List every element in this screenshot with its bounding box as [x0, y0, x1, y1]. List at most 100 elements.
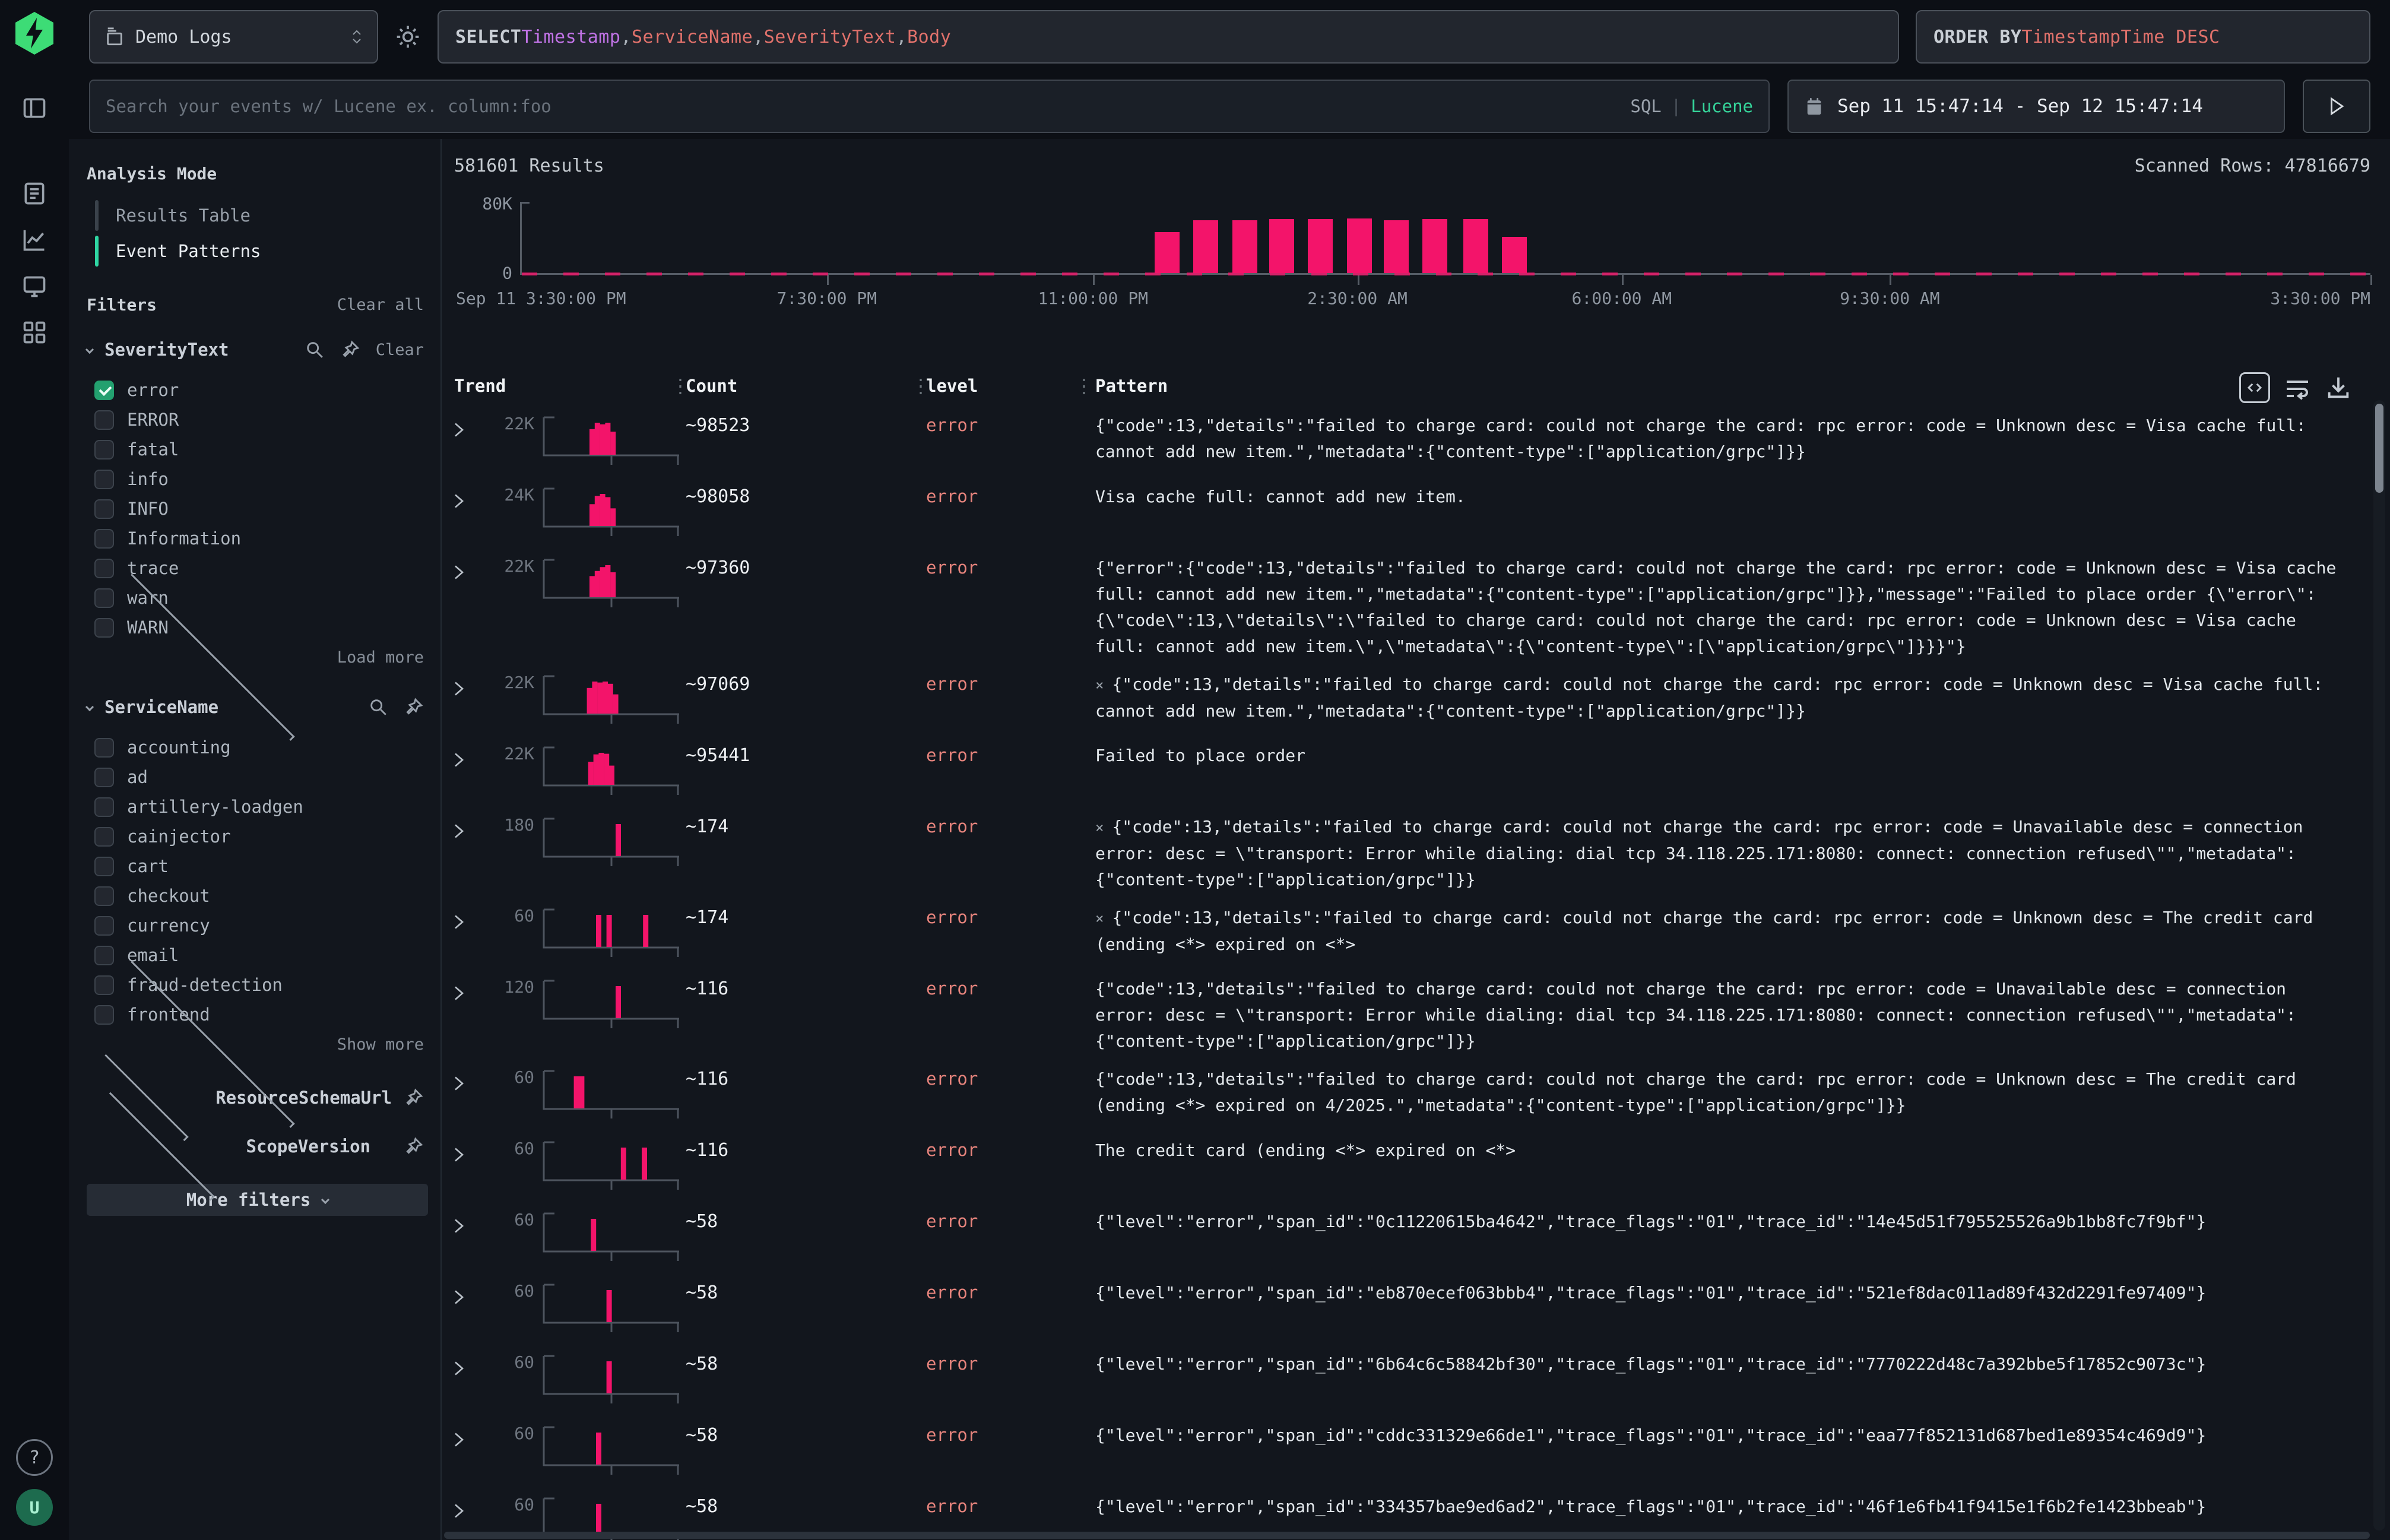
pattern-text[interactable]: ×{"code":13,"details":"failed to charge …	[1095, 671, 2354, 724]
checkbox-unchecked[interactable]	[94, 529, 114, 549]
column-header-count[interactable]: Count	[686, 376, 737, 396]
row-expand-chevron[interactable]	[442, 743, 475, 769]
pattern-text[interactable]: {"code":13,"details":"failed to charge c…	[1095, 413, 2354, 465]
select-query-input[interactable]: SELECT Timestamp, ServiceName, SeverityT…	[438, 10, 1899, 64]
filter-option[interactable]: Information	[87, 524, 424, 553]
search-input[interactable]	[106, 96, 1630, 116]
code-icon[interactable]	[2239, 372, 2270, 403]
services-grid-icon[interactable]	[15, 313, 53, 351]
filter-option[interactable]: WARN	[87, 613, 424, 642]
more-filters-button[interactable]: More filters	[87, 1184, 428, 1216]
checkbox-unchecked[interactable]	[94, 797, 114, 817]
wrap-text-icon[interactable]	[2283, 373, 2312, 402]
vertical-scrollbar[interactable]	[2373, 400, 2385, 1531]
histogram-bar[interactable]	[1422, 219, 1447, 273]
checkbox-unchecked[interactable]	[94, 916, 114, 936]
filter-option[interactable]: currency	[87, 911, 424, 940]
run-query-button[interactable]	[2303, 80, 2370, 133]
filter-option[interactable]: fatal	[87, 435, 424, 464]
checkbox-unchecked[interactable]	[94, 768, 114, 787]
pattern-row[interactable]: 120~116error{"code":13,"details":"failed…	[442, 969, 2390, 1059]
checkbox-unchecked[interactable]	[94, 440, 114, 460]
filter-option[interactable]: INFO	[87, 494, 424, 524]
search-icon[interactable]	[368, 697, 388, 717]
dismiss-x-icon[interactable]: ×	[1095, 910, 1104, 927]
pattern-row[interactable]: 24K~98058errorVisa cache full: cannot ad…	[442, 477, 2390, 548]
load-more-link[interactable]: Show more	[87, 1029, 424, 1059]
pattern-row[interactable]: 60~58error{"level":"error","span_id":"eb…	[442, 1273, 2390, 1344]
pattern-text[interactable]: {"level":"error","span_id":"334357bae9ed…	[1095, 1494, 2354, 1520]
pattern-text[interactable]: Visa cache full: cannot add new item.	[1095, 484, 2354, 510]
clear-filter-button[interactable]: Clear	[376, 341, 424, 359]
filter-option[interactable]: error	[87, 375, 424, 405]
query-language-toggle[interactable]: SQL | Lucene	[1630, 96, 1753, 116]
row-expand-chevron[interactable]	[442, 1280, 475, 1306]
checkbox-unchecked[interactable]	[94, 618, 114, 638]
checkbox-checked[interactable]	[94, 381, 114, 400]
app-logo-icon[interactable]	[14, 11, 55, 56]
pattern-text[interactable]: {"code":13,"details":"failed to charge c…	[1095, 976, 2354, 1054]
filter-option[interactable]: cainjector	[87, 822, 424, 851]
search-icon[interactable]	[305, 340, 325, 360]
histogram-bar[interactable]	[1232, 220, 1257, 273]
pattern-row[interactable]: 22K~97069error×{"code":13,"details":"fai…	[442, 664, 2390, 736]
dismiss-x-icon[interactable]: ×	[1095, 677, 1104, 693]
row-expand-chevron[interactable]	[442, 484, 475, 510]
pattern-text[interactable]: {"level":"error","span_id":"cddc331329e6…	[1095, 1422, 2354, 1449]
histogram-bar[interactable]	[1155, 232, 1180, 273]
filter-option[interactable]: checkout	[87, 881, 424, 911]
row-expand-chevron[interactable]	[442, 1209, 475, 1235]
filter-option[interactable]: cart	[87, 851, 424, 881]
pattern-text[interactable]: {"level":"error","span_id":"0c11220615ba…	[1095, 1209, 2354, 1235]
pattern-row[interactable]: 22K~98523error{"code":13,"details":"fail…	[442, 405, 2390, 477]
checkbox-unchecked[interactable]	[94, 559, 114, 578]
checkbox-unchecked[interactable]	[94, 975, 114, 995]
sql-mode-label[interactable]: SQL	[1630, 96, 1661, 116]
sidebar-toggle-icon[interactable]	[15, 89, 53, 127]
pattern-row[interactable]: 22K~95441errorFailed to place order	[442, 736, 2390, 807]
histogram-bar[interactable]	[1463, 219, 1488, 273]
checkbox-unchecked[interactable]	[94, 886, 114, 906]
pin-icon[interactable]	[404, 1136, 424, 1156]
chevron-down-icon[interactable]	[85, 346, 94, 354]
help-button[interactable]: ?	[16, 1439, 53, 1476]
filter-group-collapsed[interactable]: ScopeVersion	[87, 1136, 424, 1156]
line-chart-icon[interactable]	[15, 221, 53, 259]
pin-icon[interactable]	[404, 1088, 424, 1108]
column-header-trend[interactable]: Trend	[454, 376, 506, 396]
checkbox-unchecked[interactable]	[94, 946, 114, 965]
column-drag-handle[interactable]: ⋮	[1074, 375, 1091, 397]
clear-all-button[interactable]: Clear all	[337, 296, 424, 314]
pattern-row[interactable]: 60~116error{"code":13,"details":"failed …	[442, 1059, 2390, 1130]
pattern-text[interactable]: {"code":13,"details":"failed to charge c…	[1095, 1066, 2354, 1118]
lucene-mode-label[interactable]: Lucene	[1691, 96, 1753, 116]
pattern-text[interactable]: Failed to place order	[1095, 743, 2354, 769]
pattern-row[interactable]: 22K~97360error{"error":{"code":13,"detai…	[442, 548, 2390, 664]
row-expand-chevron[interactable]	[442, 671, 475, 698]
pattern-text[interactable]: {"level":"error","span_id":"eb870ecef063…	[1095, 1280, 2354, 1306]
checkbox-unchecked[interactable]	[94, 1005, 114, 1025]
row-expand-chevron[interactable]	[442, 1422, 475, 1449]
histogram-bar[interactable]	[1269, 219, 1294, 273]
histogram-bar[interactable]	[1384, 220, 1409, 273]
pattern-row[interactable]: 60~58error{"level":"error","span_id":"0c…	[442, 1202, 2390, 1273]
column-header-pattern[interactable]: Pattern	[1095, 376, 1168, 396]
histogram-plot[interactable]: 80K0Sep 11 3:30:00 PM7:30:00 PM11:00:00 …	[520, 204, 2370, 275]
pattern-row[interactable]: 60~58error{"level":"error","span_id":"cd…	[442, 1415, 2390, 1487]
row-expand-chevron[interactable]	[442, 555, 475, 581]
histogram-bar[interactable]	[1193, 220, 1218, 273]
pattern-text[interactable]: {"level":"error","span_id":"6b64c6c58842…	[1095, 1351, 2354, 1377]
pattern-row[interactable]: 180~174error×{"code":13,"details":"faile…	[442, 807, 2390, 898]
user-avatar[interactable]: U	[16, 1489, 53, 1526]
download-icon[interactable]	[2325, 374, 2352, 401]
checkbox-unchecked[interactable]	[94, 588, 114, 608]
logbook-icon[interactable]	[15, 175, 53, 213]
date-range-picker[interactable]: Sep 11 15:47:14 - Sep 12 15:47:14	[1787, 80, 2285, 133]
row-expand-chevron[interactable]	[442, 976, 475, 1002]
chevron-down-icon[interactable]	[85, 703, 94, 711]
row-expand-chevron[interactable]	[442, 905, 475, 931]
pattern-row[interactable]: 60~174error×{"code":13,"details":"failed…	[442, 898, 2390, 969]
scrollbar-thumb[interactable]	[2375, 404, 2383, 493]
pattern-text[interactable]: ×{"code":13,"details":"failed to charge …	[1095, 814, 2354, 893]
analysis-mode-item[interactable]: Results Table	[87, 198, 424, 233]
